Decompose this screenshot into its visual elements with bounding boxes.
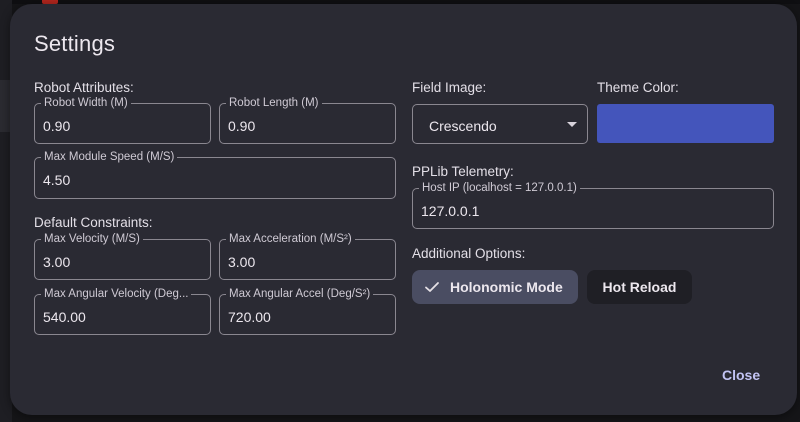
field-image-select[interactable]: Crescendo [412,104,588,144]
field-image-heading: Field Image: [412,80,487,95]
max-angular-velocity-value[interactable]: 540.00 [43,309,86,325]
max-acceleration-value[interactable]: 3.00 [228,254,255,270]
host-ip-label: Host IP (localhost = 127.0.0.1) [419,182,580,195]
max-acceleration-field[interactable]: Max Acceleration (M/S²) 3.00 [219,233,396,280]
check-icon [425,282,439,292]
theme-color-swatch[interactable] [597,104,774,143]
robot-attributes-heading: Robot Attributes: [34,80,134,95]
max-velocity-value[interactable]: 3.00 [43,254,70,270]
max-module-speed-value[interactable]: 4.50 [43,172,70,188]
robot-width-value[interactable]: 0.90 [43,118,70,134]
max-module-speed-label: Max Module Speed (M/S) [41,151,178,164]
hot-reload-label: Hot Reload [602,279,677,295]
chevron-down-icon[interactable] [567,122,577,127]
max-velocity-label: Max Velocity (M/S) [41,233,143,246]
host-ip-field[interactable]: Host IP (localhost = 127.0.0.1) 127.0.0.… [412,182,774,229]
theme-color-heading: Theme Color: [597,80,679,95]
max-module-speed-field[interactable]: Max Module Speed (M/S) 4.50 [34,151,396,199]
host-ip-value[interactable]: 127.0.0.1 [421,203,479,219]
additional-options-heading: Additional Options: [412,246,526,261]
robot-length-field[interactable]: Robot Length (M) 0.90 [219,97,396,144]
dialog-title: Settings [34,31,116,56]
settings-dialog: Settings Robot Attributes: Robot Width (… [10,4,797,415]
holonomic-mode-chip[interactable]: Holonomic Mode [412,270,578,304]
max-angular-velocity-label: Max Angular Velocity (Deg... [41,288,192,301]
max-angular-velocity-field[interactable]: Max Angular Velocity (Deg... 540.00 [34,288,211,335]
max-angular-accel-label: Max Angular Accel (Deg/S²) [226,288,374,301]
robot-width-label: Robot Width (M) [41,97,131,110]
max-angular-accel-field[interactable]: Max Angular Accel (Deg/S²) 720.00 [219,288,396,335]
robot-length-value[interactable]: 0.90 [228,118,255,134]
default-constraints-heading: Default Constraints: [34,215,153,230]
robot-length-label: Robot Length (M) [226,97,322,110]
max-velocity-field[interactable]: Max Velocity (M/S) 3.00 [34,233,211,280]
max-angular-accel-value[interactable]: 720.00 [228,309,271,325]
holonomic-mode-label: Holonomic Mode [450,279,563,295]
max-acceleration-label: Max Acceleration (M/S²) [226,233,355,246]
hot-reload-chip[interactable]: Hot Reload [587,270,692,304]
robot-width-field[interactable]: Robot Width (M) 0.90 [34,97,211,144]
pplib-telemetry-heading: PPLib Telemetry: [412,164,514,179]
field-image-selected: Crescendo [429,118,497,134]
close-button[interactable]: Close [722,367,760,383]
